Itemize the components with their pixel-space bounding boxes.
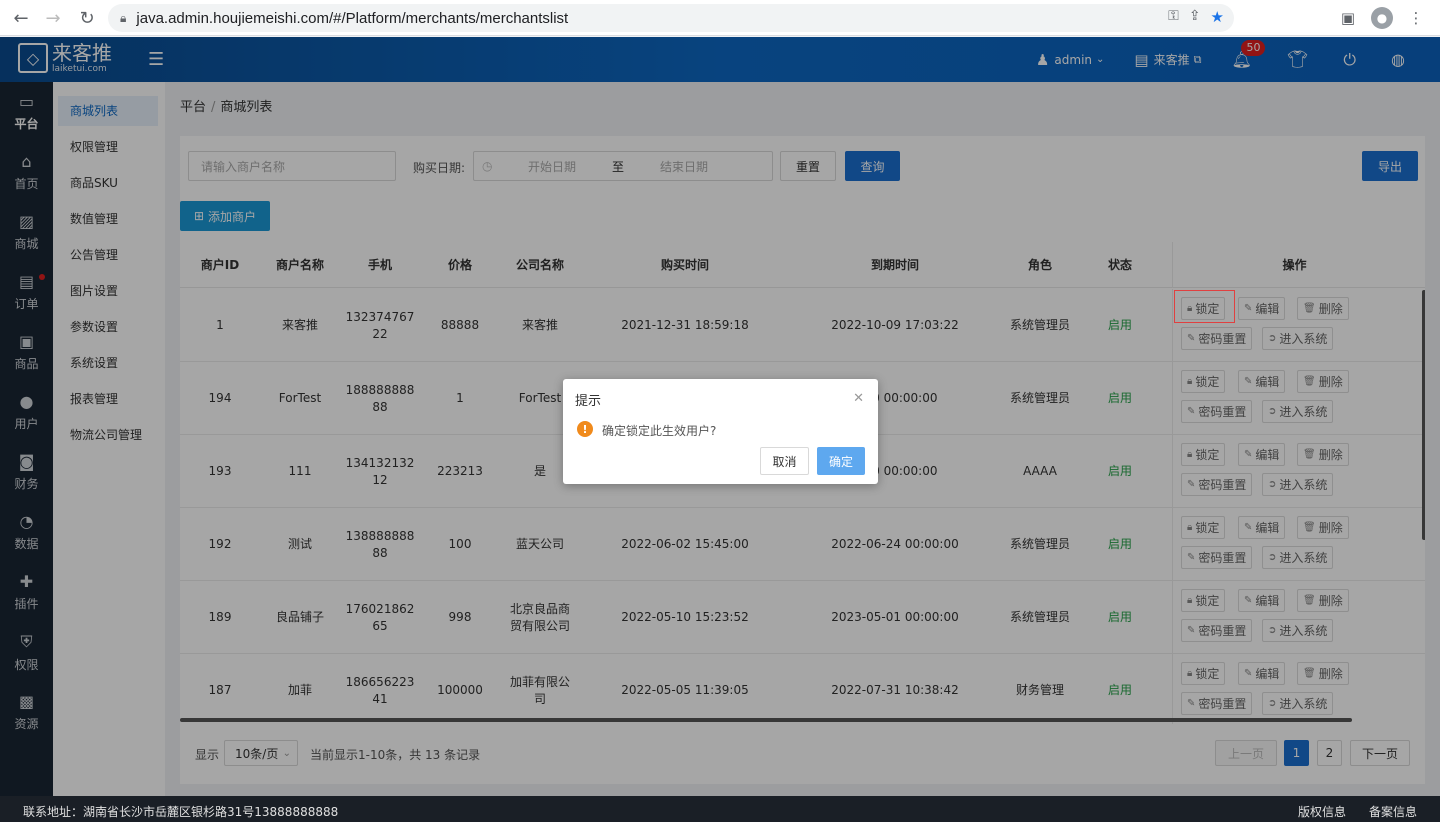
reload-icon[interactable]: ↻ — [72, 3, 102, 33]
share-icon[interactable]: ⇪ — [1189, 8, 1201, 26]
footer: 联系地址：湖南省长沙市岳麓区银杉路31号13888888888 版权信息 备案信… — [0, 796, 1440, 822]
dialog-title: 提示 — [575, 394, 602, 409]
back-icon[interactable]: ← — [6, 3, 36, 33]
confirm-button[interactable]: 确定 — [817, 447, 865, 475]
sidepanel-icon[interactable]: ▣ — [1334, 4, 1362, 32]
profile-icon[interactable]: ● — [1368, 4, 1396, 32]
copyright-link[interactable]: 版权信息 — [1298, 803, 1346, 820]
forward-icon[interactable]: → — [38, 3, 68, 33]
key-icon[interactable]: ⚿ — [1168, 8, 1179, 26]
warning-icon: ! — [577, 421, 593, 437]
footer-address: 联系地址：湖南省长沙市岳麓区银杉路31号13888888888 — [23, 805, 339, 819]
icp-link[interactable]: 备案信息 — [1369, 803, 1417, 820]
lock-icon: 🔒︎ — [120, 10, 127, 25]
cancel-button[interactable]: 取消 — [760, 447, 809, 475]
close-icon[interactable]: ✕ — [853, 391, 864, 406]
star-icon[interactable]: ★ — [1211, 8, 1224, 26]
browser-toolbar: ← → ↻ 🔒︎ java.admin.houjiemeishi.com/#/P… — [0, 0, 1440, 36]
url-text[interactable]: java.admin.houjiemeishi.com/#/Platform/m… — [136, 10, 568, 27]
dialog-message: 确定锁定此生效用户? — [602, 424, 717, 438]
lock-button-highlight — [1174, 290, 1235, 323]
address-bar[interactable]: 🔒︎ java.admin.houjiemeishi.com/#/Platfor… — [108, 4, 1234, 32]
confirm-dialog: 提示 ✕ ! 确定锁定此生效用户? 取消 确定 — [563, 379, 878, 484]
menu-icon[interactable]: ⋮ — [1402, 4, 1430, 32]
